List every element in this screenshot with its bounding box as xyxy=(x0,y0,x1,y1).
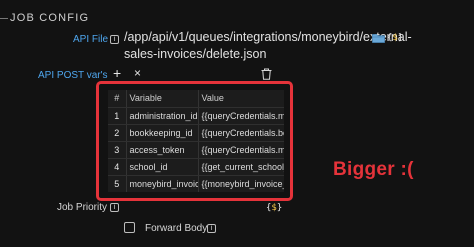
column-header-value: Value xyxy=(198,90,284,108)
row-index: 2 xyxy=(108,124,127,142)
api-file-info-icon[interactable]: i xyxy=(110,35,119,44)
forward-body-checkbox[interactable] xyxy=(124,222,135,233)
api-file-path-line2: sales-invoices/delete.json xyxy=(124,47,267,61)
job-priority-label: Job Priority xyxy=(57,202,108,213)
section-title: JOB CONFIG xyxy=(10,12,90,24)
row-index: 5 xyxy=(108,175,127,192)
trash-icon[interactable] xyxy=(261,68,272,80)
row-variable[interactable]: school_id xyxy=(126,158,199,176)
row-variable[interactable]: access_token xyxy=(126,141,199,159)
api-post-vars-label: API POST var's xyxy=(38,70,108,81)
remove-variable-button[interactable]: × xyxy=(134,67,141,79)
column-header-variable: Variable xyxy=(126,90,199,108)
folder-icon[interactable] xyxy=(372,33,385,43)
row-variable[interactable]: administration_id xyxy=(126,107,199,125)
forward-body-info-icon[interactable]: i xyxy=(207,224,216,233)
row-index: 4 xyxy=(108,158,127,176)
annotation-text: Bigger :( xyxy=(333,159,414,180)
job-priority-info-icon[interactable]: i xyxy=(110,203,119,212)
row-variable[interactable]: bookkeeping_id xyxy=(126,124,199,142)
column-header-index: # xyxy=(108,90,127,108)
table-row[interactable]: 2 bookkeeping_id {{queryCredentials.book… xyxy=(108,124,284,142)
api-file-variable-icon[interactable]: {$} xyxy=(387,33,403,43)
job-priority-variable-icon[interactable]: {$} xyxy=(266,203,282,213)
row-variable[interactable]: moneybird_invoice_id xyxy=(126,175,199,192)
section-divider xyxy=(0,18,8,19)
add-variable-button[interactable]: + xyxy=(113,66,121,80)
table-row[interactable]: 4 school_id {{get_current_school_id}} xyxy=(108,158,284,176)
forward-body-label: Forward Body xyxy=(145,223,208,234)
row-index: 1 xyxy=(108,107,127,125)
api-file-path-line1: /app/api/v1/queues/integrations/moneybir… xyxy=(124,30,412,44)
row-value[interactable]: {{queryCredentials.moneybird_administrat… xyxy=(198,107,284,125)
api-file-label: API File xyxy=(73,34,109,45)
row-value[interactable]: {{get_current_school_id}} xyxy=(198,158,284,176)
table-row[interactable]: 5 moneybird_invoice_id {{moneybird_invoi… xyxy=(108,175,284,192)
row-value[interactable]: {{queryCredentials.bookkeeping_id}} xyxy=(198,124,284,142)
table-row[interactable]: 1 administration_id {{queryCredentials.m… xyxy=(108,107,284,125)
table-header-row: # Variable Value xyxy=(108,90,284,108)
row-value[interactable]: {{moneybird_invoice_id}} xyxy=(198,175,284,192)
table-row[interactable]: 3 access_token {{queryCredentials.moneyb… xyxy=(108,141,284,159)
row-value[interactable]: {{queryCredentials.moneybird_access_toke… xyxy=(198,141,284,159)
api-file-path[interactable]: /app/api/v1/queues/integrations/moneybir… xyxy=(124,29,412,63)
post-vars-table[interactable]: # Variable Value 1 administration_id {{q… xyxy=(108,90,284,192)
row-index: 3 xyxy=(108,141,127,159)
